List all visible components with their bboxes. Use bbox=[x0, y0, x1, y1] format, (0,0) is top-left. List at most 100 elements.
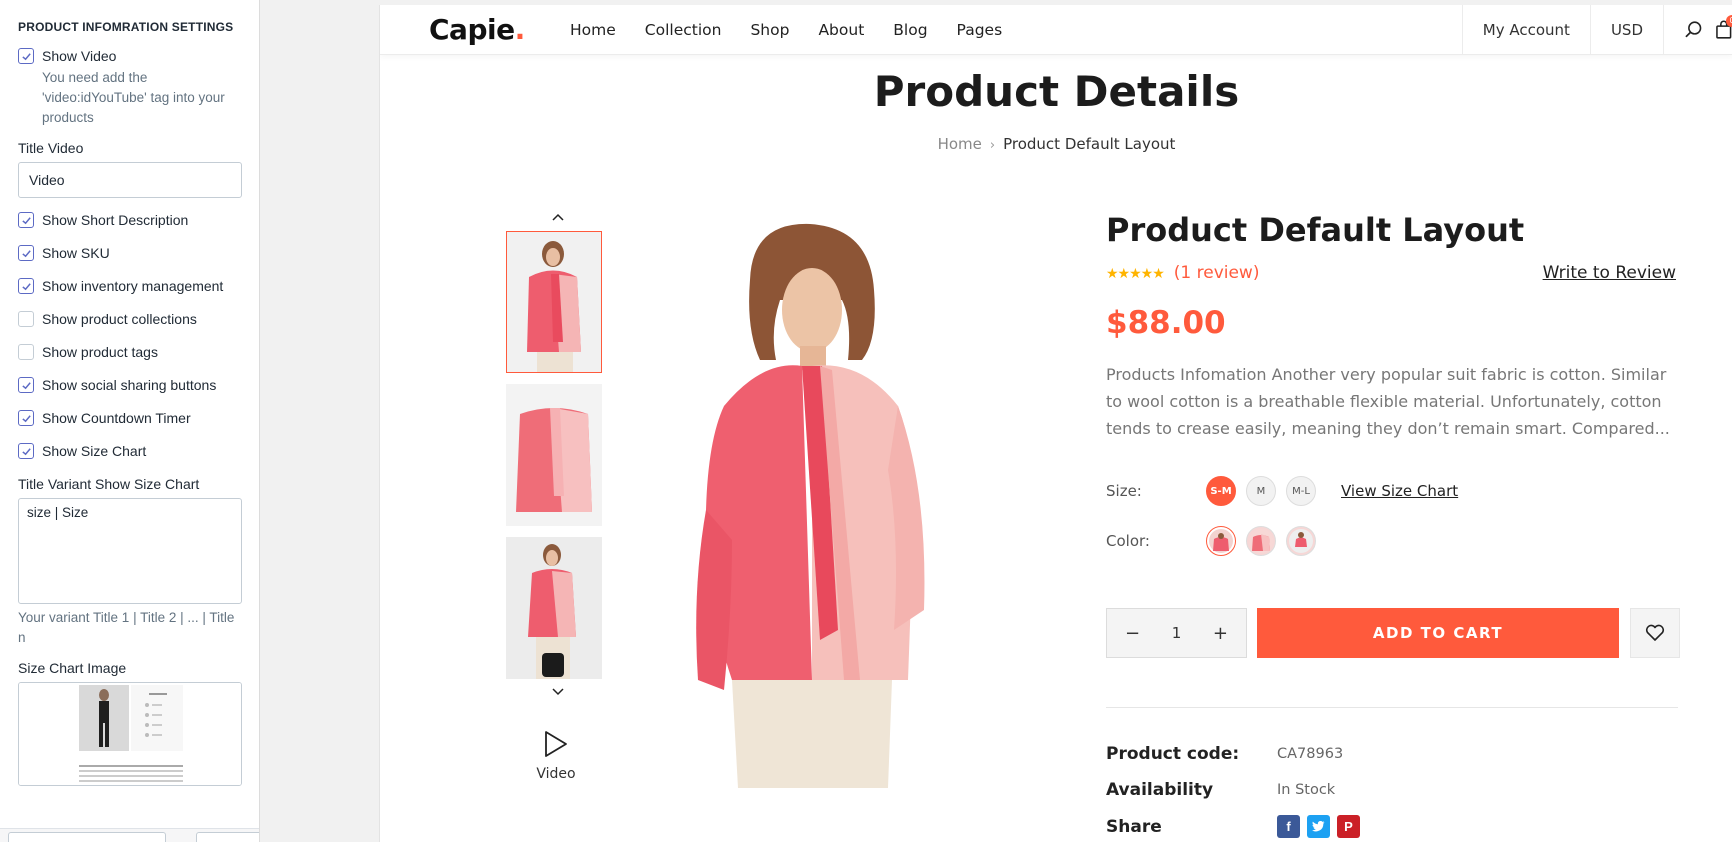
settings-panel: PRODUCT INFOMRATION SETTINGS Show Video … bbox=[0, 0, 260, 842]
logo-dot: . bbox=[514, 13, 526, 46]
size-chart-image-picker[interactable] bbox=[18, 682, 242, 786]
pinterest-icon[interactable]: P bbox=[1337, 815, 1360, 838]
star-rating-icon: ★★★★★ bbox=[1106, 265, 1165, 281]
color-swatch-2[interactable] bbox=[1246, 526, 1276, 556]
color-swatch-3[interactable] bbox=[1286, 526, 1316, 556]
setting-checkbox[interactable]: Show inventory management bbox=[18, 278, 259, 294]
setting-checkbox[interactable]: Show Short Description bbox=[18, 212, 259, 228]
product-code-value: CA78963 bbox=[1277, 746, 1344, 762]
write-review-link[interactable]: Write to Review bbox=[1543, 263, 1676, 283]
setting-checkbox[interactable]: Show Size Chart bbox=[18, 443, 259, 459]
nav-item-pages[interactable]: Pages bbox=[957, 21, 1003, 39]
currency-selector[interactable]: USD bbox=[1589, 5, 1663, 55]
checkbox-checked-icon[interactable] bbox=[18, 443, 34, 459]
thumbnail-image bbox=[506, 384, 602, 526]
twitter-icon[interactable] bbox=[1307, 815, 1330, 838]
title-video-label: Title Video bbox=[18, 140, 84, 156]
setting-checkbox-label: Show Short Description bbox=[42, 212, 189, 228]
settings-scroll-area: PRODUCT INFOMRATION SETTINGS Show Video … bbox=[0, 0, 259, 815]
nav-item-collection[interactable]: Collection bbox=[645, 21, 722, 39]
main-nav: Home Collection Shop About Blog Pages bbox=[570, 21, 1031, 39]
main-product-image[interactable] bbox=[662, 210, 952, 788]
checkbox-checked-icon[interactable] bbox=[18, 48, 34, 64]
nav-item-about[interactable]: About bbox=[818, 21, 864, 39]
wishlist-button[interactable] bbox=[1630, 608, 1680, 658]
show-video-label: Show Video bbox=[42, 48, 117, 64]
color-swatch-1[interactable] bbox=[1206, 526, 1236, 556]
review-count[interactable]: (1 review) bbox=[1174, 263, 1260, 283]
checkbox-unchecked-icon[interactable] bbox=[18, 344, 34, 360]
cart-count-badge: 0 bbox=[1726, 15, 1732, 27]
search-icon[interactable] bbox=[1684, 20, 1703, 40]
setting-checkbox-label: Show inventory management bbox=[42, 278, 224, 294]
my-account-link[interactable]: My Account bbox=[1461, 5, 1590, 55]
setting-checkbox[interactable]: Show product collections bbox=[18, 311, 259, 327]
setting-checkbox[interactable]: Show Countdown Timer bbox=[18, 410, 259, 426]
size-chart-title-textarea[interactable]: size | Size bbox=[18, 498, 242, 604]
product-info: Product Default Layout ★★★★★ (1 review) W… bbox=[1106, 211, 1676, 556]
setting-checkbox-label: Show product tags bbox=[42, 344, 158, 360]
checkbox-checked-icon[interactable] bbox=[18, 278, 34, 294]
heart-icon bbox=[1645, 624, 1665, 641]
size-option-row: Size: S-M M M-L View Size Chart bbox=[1106, 476, 1676, 506]
checkbox-unchecked-icon[interactable] bbox=[18, 311, 34, 327]
minus-icon[interactable]: − bbox=[1125, 623, 1140, 644]
share-row: Share f P bbox=[1106, 815, 1676, 838]
availability-label: Availability bbox=[1106, 780, 1214, 800]
setting-checkbox-label: Show Countdown Timer bbox=[42, 410, 191, 426]
page-title: Product Details bbox=[873, 67, 1240, 116]
checkbox-checked-icon[interactable] bbox=[18, 410, 34, 426]
footer-button[interactable] bbox=[8, 832, 166, 842]
logo-text: Capie bbox=[429, 13, 515, 46]
checkbox-checked-icon[interactable] bbox=[18, 212, 34, 228]
header-right: My Account USD 0 bbox=[1461, 5, 1732, 55]
facebook-icon[interactable]: f bbox=[1277, 815, 1300, 838]
checkbox-checked-icon[interactable] bbox=[18, 377, 34, 393]
thumbnail-image bbox=[506, 537, 602, 679]
chevron-up-icon[interactable] bbox=[548, 210, 568, 224]
thumbnail-image bbox=[507, 232, 601, 372]
product-code-label: Product code: bbox=[1106, 744, 1240, 764]
divider bbox=[1106, 707, 1678, 708]
thumbnail-1[interactable] bbox=[506, 231, 602, 373]
color-option-row: Color: bbox=[1106, 526, 1676, 556]
size-swatch-s-m[interactable]: S-M bbox=[1206, 476, 1236, 506]
product-price: $88.00 bbox=[1106, 305, 1226, 341]
size-swatches: S-M M M-L bbox=[1206, 476, 1326, 506]
setting-checkbox[interactable]: Show product tags bbox=[18, 344, 259, 360]
checkbox-list: Show Short Description Show SKU Show inven… bbox=[18, 212, 259, 459]
size-chart-title-help: Your variant Title 1 | Title 2 | ... | T… bbox=[18, 610, 235, 645]
video-button[interactable]: Video bbox=[521, 730, 591, 782]
title-video-input[interactable]: Video bbox=[18, 162, 242, 198]
nav-item-shop[interactable]: Shop bbox=[750, 21, 789, 39]
availability-row: Availability In Stock bbox=[1106, 780, 1676, 800]
quantity-input[interactable]: 1 bbox=[1172, 624, 1182, 642]
setting-checkbox-label: Show SKU bbox=[42, 245, 110, 261]
footer-button-group[interactable] bbox=[196, 832, 259, 842]
size-chart-thumbnail bbox=[19, 683, 241, 785]
nav-item-blog[interactable]: Blog bbox=[893, 21, 927, 39]
thumbnail-3[interactable] bbox=[506, 537, 602, 679]
setting-checkbox-label: Show social sharing buttons bbox=[42, 377, 217, 393]
screen: PRODUCT INFOMRATION SETTINGS Show Video … bbox=[0, 0, 1732, 842]
chevron-down-icon[interactable] bbox=[548, 685, 568, 699]
thumbnail-2[interactable] bbox=[506, 384, 602, 526]
setting-checkbox[interactable]: Show social sharing buttons bbox=[18, 377, 259, 393]
breadcrumb-home[interactable]: Home bbox=[938, 135, 982, 153]
show-video-checkbox[interactable]: Show Video bbox=[18, 48, 259, 64]
size-chart-image-label: Size Chart Image bbox=[18, 660, 127, 676]
size-swatch-m-l[interactable]: M-L bbox=[1286, 476, 1316, 506]
view-size-chart-link[interactable]: View Size Chart bbox=[1341, 482, 1458, 500]
size-swatch-m[interactable]: M bbox=[1246, 476, 1276, 506]
availability-value: In Stock bbox=[1277, 782, 1336, 798]
product-title: Product Default Layout bbox=[1106, 211, 1525, 249]
checkbox-checked-icon[interactable] bbox=[18, 245, 34, 261]
plus-icon[interactable]: + bbox=[1213, 623, 1228, 644]
size-label: Size: bbox=[1106, 482, 1142, 500]
nav-item-home[interactable]: Home bbox=[570, 21, 616, 39]
setting-checkbox[interactable]: Show SKU bbox=[18, 245, 259, 261]
site-logo[interactable]: Capie. bbox=[429, 13, 525, 46]
breadcrumb-current: Product Default Layout bbox=[1003, 135, 1176, 153]
add-to-cart-button[interactable]: ADD TO CART bbox=[1257, 608, 1619, 658]
section-heading: PRODUCT INFOMRATION SETTINGS bbox=[18, 20, 234, 34]
